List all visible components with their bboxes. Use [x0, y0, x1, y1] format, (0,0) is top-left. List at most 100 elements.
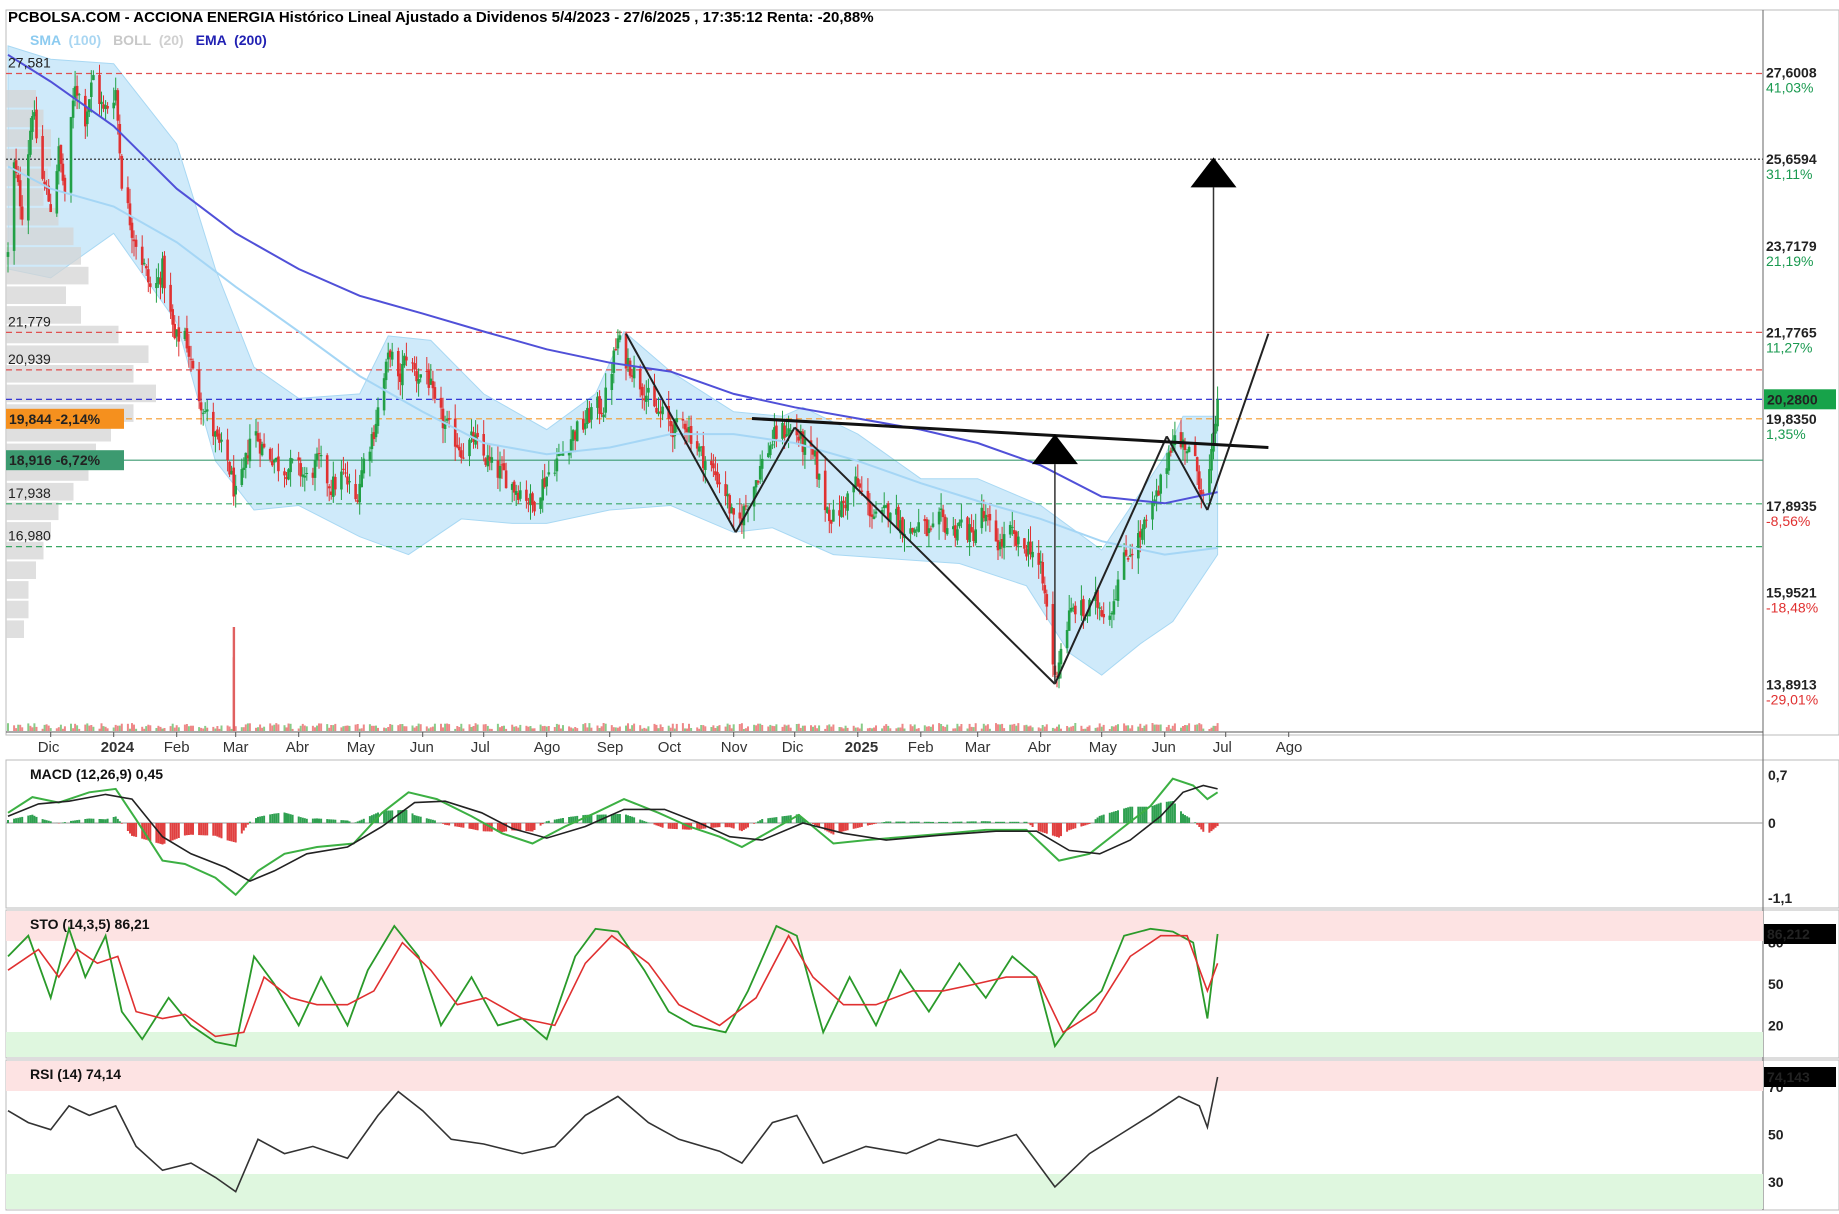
volume-bar — [590, 727, 593, 731]
stock-chart[interactable]: Dic 2024 Feb Mar Abr May Jun Jul Ago Sep Oct Nov Dic… — [0, 0, 1839, 1214]
volume-bar — [413, 727, 416, 731]
volume-bar — [1114, 725, 1117, 731]
volume-bar — [346, 725, 349, 731]
macd-histogram-bar — [730, 823, 733, 828]
volume-bar — [1084, 728, 1087, 731]
macd-histogram-bar — [553, 819, 556, 823]
macd-histogram-bar — [545, 821, 548, 823]
candle-body — [769, 445, 772, 456]
legend-ema: EMA — [196, 32, 227, 48]
volume-bar — [915, 728, 918, 731]
candle-body — [1067, 610, 1071, 631]
candle-body — [1008, 525, 1012, 535]
volume-bar — [78, 728, 81, 731]
volume-bar — [596, 725, 599, 731]
candle-body — [205, 409, 209, 412]
volume-bar — [1208, 729, 1211, 731]
macd-histogram-bar — [899, 821, 902, 824]
macd-histogram-bar — [1086, 823, 1089, 825]
candle-body — [1041, 562, 1044, 584]
x-tick-label: Dic — [38, 739, 60, 756]
candle-body — [647, 387, 650, 393]
volume-bar — [212, 726, 215, 731]
macd-histogram-bar — [868, 823, 871, 825]
candle-body — [632, 366, 636, 379]
volume-bar — [541, 726, 544, 731]
candle-body — [525, 489, 528, 501]
volume-profile-bar — [6, 266, 89, 285]
candle-body — [244, 452, 248, 468]
macd-histogram-bar — [854, 823, 857, 829]
macd-histogram-bar — [297, 816, 300, 823]
volume-bar — [1094, 727, 1097, 731]
volume-bar — [149, 725, 152, 731]
candle-body — [468, 439, 471, 457]
volume-bar — [738, 724, 741, 731]
candle-body — [417, 379, 420, 384]
volume-bar — [1165, 727, 1168, 731]
macd-histogram-bar — [70, 820, 72, 823]
volume-bar — [490, 728, 493, 731]
macd-histogram-bar — [442, 823, 444, 824]
volume-bar — [169, 726, 172, 731]
macd-histogram-bar — [263, 815, 266, 824]
volume-bar — [112, 727, 115, 731]
macd-histogram-bar — [346, 820, 349, 824]
volume-bar — [1043, 726, 1046, 731]
volume-bar — [576, 728, 579, 731]
macd-histogram-bar — [759, 820, 762, 824]
macd-line — [7, 777, 1219, 897]
macd-histogram-bar — [41, 819, 44, 823]
volume-bar — [1013, 723, 1016, 731]
macd-histogram-bar — [938, 821, 941, 823]
volume-bar — [246, 723, 249, 731]
volume-bar — [505, 728, 508, 731]
volume-bar — [1131, 725, 1134, 731]
macd-histogram-bar — [301, 817, 304, 824]
volume-bar — [171, 723, 174, 731]
volume-bar — [616, 727, 619, 731]
macd-histogram-bar — [1208, 823, 1211, 833]
macd-histogram-bar — [633, 817, 636, 823]
volume-bar — [488, 728, 491, 731]
macd-histogram-bar — [305, 818, 308, 823]
macd-histogram-bar — [673, 823, 676, 829]
macd-histogram-bar — [529, 823, 532, 832]
macd-histogram-bar — [403, 809, 406, 823]
right-price-label: 21,7765 — [1766, 325, 1817, 341]
volume-bar — [330, 725, 333, 731]
volume-bar — [533, 728, 536, 731]
candle-body — [325, 455, 329, 484]
macd-histogram-bar — [940, 821, 943, 823]
volume-bar — [454, 728, 457, 731]
macd-histogram-bar — [1058, 823, 1060, 838]
volume-bar — [305, 726, 308, 731]
volume-bar — [667, 725, 670, 731]
macd-histogram-bar — [732, 823, 735, 829]
rsi-overbought-zone — [6, 1061, 1763, 1091]
volume-bar — [873, 727, 875, 731]
x-tick-label: Ago — [534, 739, 561, 756]
macd-histogram-bar — [747, 823, 749, 828]
volume-bar — [425, 726, 428, 731]
macd-histogram-bar — [960, 821, 963, 823]
candle-body — [756, 481, 760, 483]
macd-histogram-bar — [1202, 823, 1205, 832]
macd-histogram-bar — [832, 823, 835, 835]
macd-histogram-bar — [344, 820, 347, 824]
volume-bar — [444, 723, 447, 731]
macd-histogram-bar — [13, 818, 16, 824]
candle-body — [453, 418, 457, 447]
macd-histogram-bar — [1194, 822, 1197, 823]
macd-histogram-bar — [986, 821, 989, 824]
volume-bar — [177, 727, 180, 731]
volume-bar — [602, 723, 605, 731]
macd-histogram-bar — [889, 821, 892, 823]
candle-body — [346, 476, 349, 485]
candle-body — [1037, 552, 1040, 565]
macd-y-tick: 0 — [1768, 815, 1776, 831]
macd-histogram-bar — [661, 823, 664, 828]
volume-bar — [525, 725, 528, 731]
volume-bar — [1214, 725, 1217, 731]
candle-body — [419, 374, 422, 378]
